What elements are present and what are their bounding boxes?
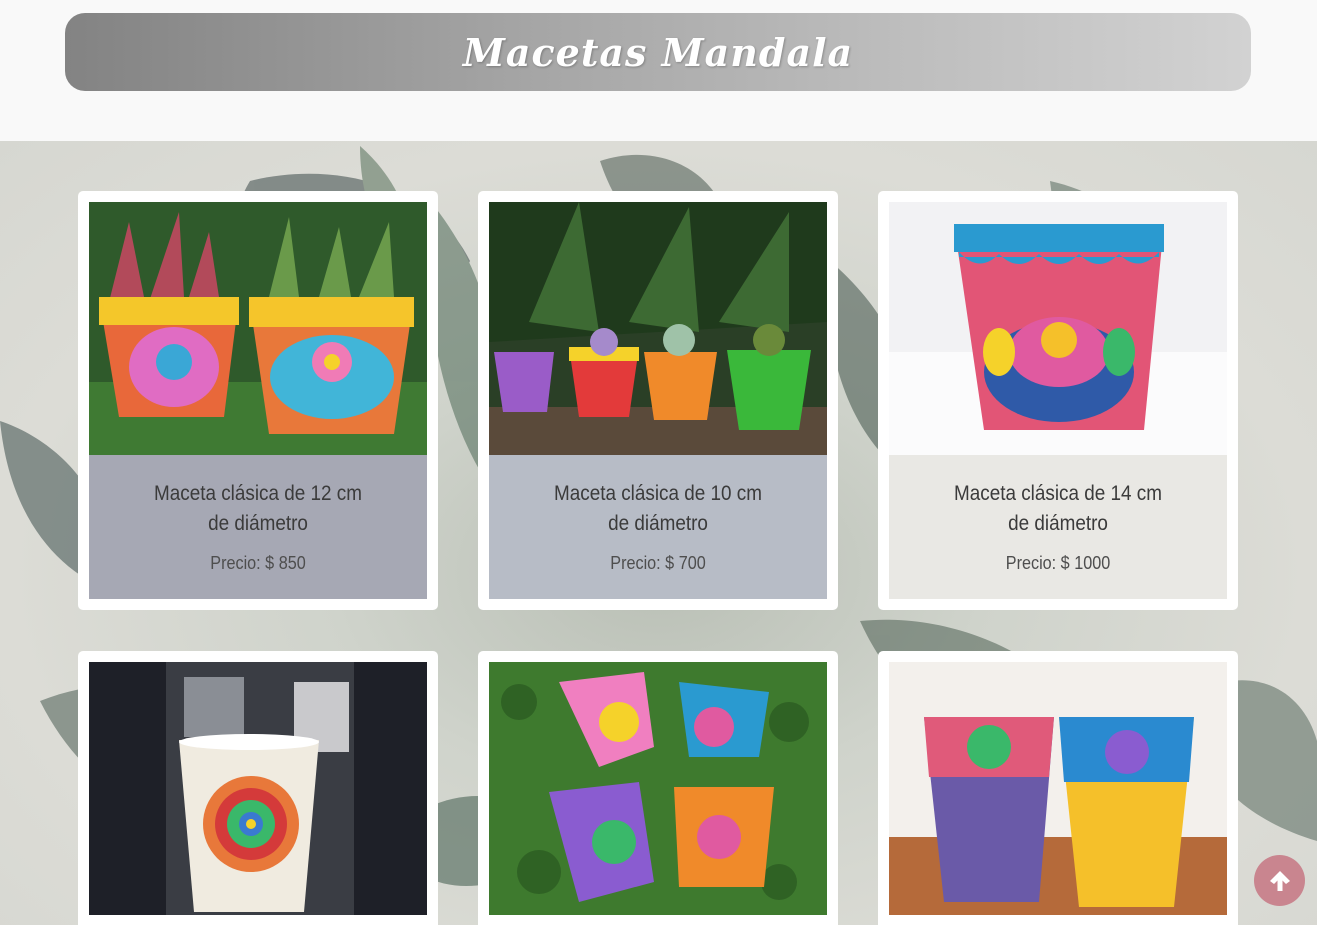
product-image[interactable]: [89, 662, 427, 915]
header-band: Macetas Mandala: [0, 0, 1317, 141]
product-card[interactable]: Maceta clásica de 10 cm de diámetro Prec…: [478, 191, 838, 610]
product-image[interactable]: [489, 202, 827, 455]
product-name: Maceta clásica de 12 cm de diámetro: [153, 482, 362, 535]
arrow-up-icon: [1269, 870, 1290, 891]
title-banner: Macetas Mandala: [65, 13, 1251, 91]
product-image[interactable]: [889, 662, 1227, 915]
product-name: Maceta clásica de 14 cm de diámetro: [953, 482, 1162, 535]
product-image[interactable]: [89, 202, 427, 455]
product-price: Precio: $ 1000: [1005, 553, 1111, 573]
product-info: Maceta clásica de 10 cm de diámetro Prec…: [489, 455, 827, 599]
product-card[interactable]: [78, 651, 438, 925]
product-card[interactable]: [878, 651, 1238, 925]
product-name: Maceta clásica de 10 cm de diámetro: [553, 482, 762, 535]
product-card[interactable]: Maceta clásica de 14 cm de diámetro Prec…: [878, 191, 1238, 610]
product-card[interactable]: Maceta clásica de 12 cm de diámetro Prec…: [78, 191, 438, 610]
product-card[interactable]: [478, 651, 838, 925]
product-price: Precio: $ 850: [210, 553, 306, 573]
page-title: Macetas Mandala: [462, 29, 854, 75]
product-section: Maceta clásica de 12 cm de diámetro Prec…: [0, 141, 1317, 925]
product-price: Precio: $ 700: [610, 553, 706, 573]
product-info: Maceta clásica de 12 cm de diámetro Prec…: [89, 455, 427, 599]
product-info: Maceta clásica de 14 cm de diámetro Prec…: [889, 455, 1227, 599]
product-image[interactable]: [489, 662, 827, 915]
scroll-to-top-button[interactable]: [1254, 855, 1305, 906]
product-image[interactable]: [889, 202, 1227, 455]
